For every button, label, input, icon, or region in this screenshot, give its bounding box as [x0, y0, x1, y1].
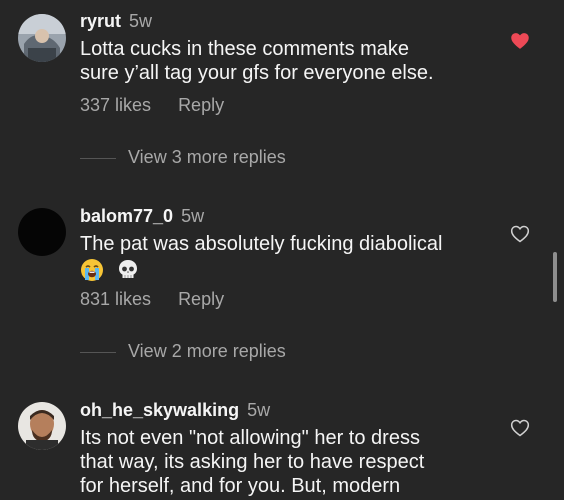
comment-timestamp: 5w	[247, 400, 271, 420]
view-replies-label[interactable]: View 2 more replies	[128, 341, 286, 361]
heart-filled-icon[interactable]	[510, 31, 530, 51]
comment-text-line: that way, its asking her to have respect	[80, 451, 425, 473]
skull-icon	[116, 258, 140, 287]
comment-timestamp: 5w	[181, 206, 205, 226]
reply-divider-line	[80, 351, 116, 353]
likes-count[interactable]: 337 likes	[80, 95, 151, 115]
comment-text-line: Lotta cucks in these comments make	[80, 38, 410, 60]
emoji-row	[80, 258, 500, 286]
comment-text-line: The pat was absolutely fucking diabolica…	[80, 233, 443, 255]
comments-panel: ryrut 5w Lotta cucks in these comments m…	[0, 0, 564, 500]
reply-divider-line	[80, 157, 116, 159]
reply-button[interactable]: Reply	[178, 289, 224, 309]
comment-text-line: sure y’all tag your gfs for everyone els…	[80, 62, 434, 84]
view-more-replies[interactable]: View 3 more replies	[80, 146, 286, 168]
comment-username[interactable]: oh_he_skywalking	[80, 400, 239, 420]
avatar[interactable]	[18, 14, 66, 62]
comment-text: Lotta cucks in these comments make sure …	[80, 37, 500, 85]
heart-outline-icon[interactable]	[510, 224, 530, 244]
comment-username[interactable]: balom77_0	[80, 206, 173, 226]
comment-username[interactable]: ryrut	[80, 11, 121, 31]
scrollbar[interactable]	[553, 252, 557, 302]
comment-text: The pat was absolutely fucking diabolica…	[80, 232, 500, 256]
comment-text-line: Its not even "not allowing" her to dress	[80, 427, 420, 449]
view-replies-label[interactable]: View 3 more replies	[128, 147, 286, 167]
view-more-replies[interactable]: View 2 more replies	[80, 340, 286, 362]
comment-timestamp: 5w	[129, 11, 153, 31]
avatar[interactable]	[18, 402, 66, 450]
comment-text: Its not even "not allowing" her to dress…	[80, 426, 500, 498]
reply-button[interactable]: Reply	[178, 95, 224, 115]
loudly-crying-face-icon	[80, 258, 104, 287]
heart-outline-icon[interactable]	[510, 418, 530, 438]
likes-count[interactable]: 831 likes	[80, 289, 151, 309]
comment-text-line: for herself, and for you. But, modern	[80, 475, 401, 497]
avatar[interactable]	[18, 208, 66, 256]
